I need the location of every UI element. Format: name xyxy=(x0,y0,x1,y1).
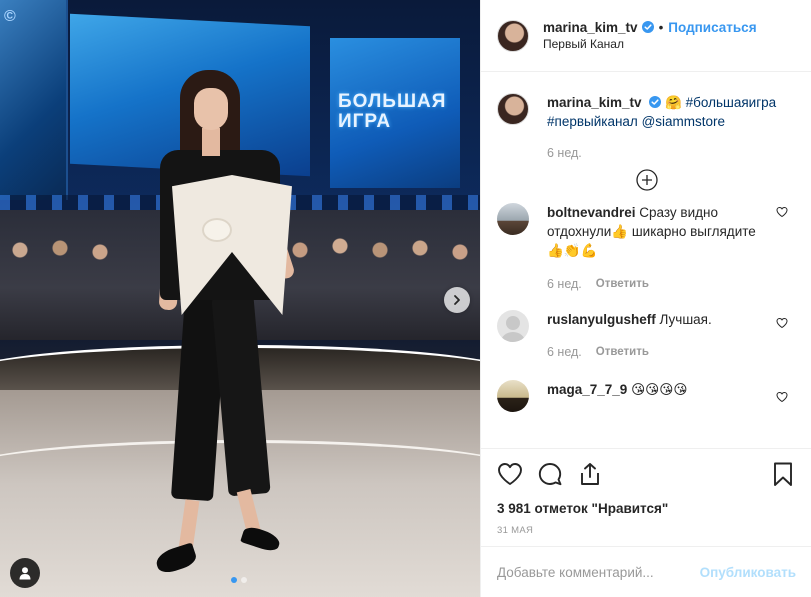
channel-logo-icon: © xyxy=(4,8,16,25)
likes-count[interactable]: 3 981 отметок "Нравится" xyxy=(497,501,796,516)
comment-author[interactable]: maga_7_7_9 xyxy=(547,382,627,397)
comment-input[interactable] xyxy=(497,564,700,580)
commenter-avatar[interactable] xyxy=(497,310,529,342)
post-actions-section: 3 981 отметок "Нравится" 31 мая xyxy=(481,448,811,536)
comment-bubble-icon[interactable] xyxy=(537,461,563,487)
comment-text: Лучшая. xyxy=(659,312,712,327)
follow-button[interactable]: Подписаться xyxy=(668,19,756,36)
carousel-indicator xyxy=(231,577,247,583)
post-sidebar: marina_kim_tv • Подписаться Первый Канал… xyxy=(480,0,811,597)
comments-list[interactable]: marina_kim_tv 🤗 #большаяигра #первыйкана… xyxy=(481,73,811,448)
author-avatar[interactable] xyxy=(497,19,529,52)
bookmark-icon[interactable] xyxy=(770,461,796,487)
caption-author[interactable]: marina_kim_tv xyxy=(547,95,642,110)
publish-button[interactable]: Опубликовать xyxy=(700,565,796,580)
user-tag-icon xyxy=(19,567,31,580)
screen-title-line2: ИГРА xyxy=(338,111,392,132)
studio-screen-title: БОЛЬШАЯ ИГРА xyxy=(338,92,446,132)
like-heart-icon[interactable] xyxy=(497,461,523,487)
caption-author-avatar[interactable] xyxy=(497,93,529,125)
load-more-comments[interactable] xyxy=(562,169,732,191)
mention-siammstore[interactable]: @siammstore xyxy=(642,114,725,129)
carousel-dot-1 xyxy=(231,577,237,583)
hashtag-pervyykanal[interactable]: #первыйканал xyxy=(547,114,638,129)
action-bar xyxy=(497,459,796,489)
header-separator: • xyxy=(658,19,664,35)
comment-like-heart-icon[interactable] xyxy=(776,317,788,329)
post-location[interactable]: Первый Канал xyxy=(543,36,757,53)
comment-text: 😘😘😘😘 xyxy=(631,382,688,397)
reply-button[interactable]: Ответить xyxy=(596,275,649,294)
caption-time[interactable]: 6 нед. xyxy=(547,144,582,163)
reply-button[interactable]: Ответить xyxy=(596,343,649,362)
share-upload-icon[interactable] xyxy=(577,461,603,487)
add-comment-bar: Опубликовать xyxy=(481,546,811,597)
caption-emoji: 🤗 xyxy=(665,95,682,110)
commenter-avatar[interactable] xyxy=(497,203,529,235)
commenter-avatar[interactable] xyxy=(497,380,529,412)
woman-figure xyxy=(150,70,300,580)
plus-circle-icon xyxy=(636,169,658,191)
caption: marina_kim_tv 🤗 #большаяигра #первыйкана… xyxy=(497,93,796,163)
comment-time[interactable]: 6 нед. xyxy=(547,275,582,294)
comment-like-heart-icon[interactable] xyxy=(776,206,788,218)
screen-title-line1: БОЛЬШАЯ xyxy=(338,91,447,112)
post-date[interactable]: 31 мая xyxy=(497,525,796,536)
carousel-dot-2 xyxy=(241,577,247,583)
comment-author[interactable]: boltnevandrei xyxy=(547,205,636,220)
author-username[interactable]: marina_kim_tv xyxy=(543,19,638,36)
comment-item: maga_7_7_9 😘😘😘😘 xyxy=(497,380,796,412)
comment-author[interactable]: ruslanyulgusheff xyxy=(547,312,656,327)
comment-time[interactable]: 6 нед. xyxy=(547,343,582,362)
studio-screen-left xyxy=(0,0,68,200)
verified-badge-icon xyxy=(649,96,662,108)
comment-item: boltnevandrei Сразу видно отдохнули👍 шик… xyxy=(497,203,796,294)
comment-item: ruslanyulgusheff Лучшая. 6 нед. Ответить xyxy=(497,310,796,362)
chevron-right-icon xyxy=(454,295,460,305)
verified-badge-icon xyxy=(641,21,654,33)
user-tags-button[interactable] xyxy=(10,558,40,588)
next-slide-button[interactable] xyxy=(444,287,470,313)
post-photo[interactable]: © БОЛЬШАЯ ИГРА xyxy=(0,0,480,597)
hashtag-bolshayaigra[interactable]: #большаяигра xyxy=(686,95,777,110)
post-header: marina_kim_tv • Подписаться Первый Канал xyxy=(481,0,811,72)
comment-like-heart-icon[interactable] xyxy=(776,391,788,403)
